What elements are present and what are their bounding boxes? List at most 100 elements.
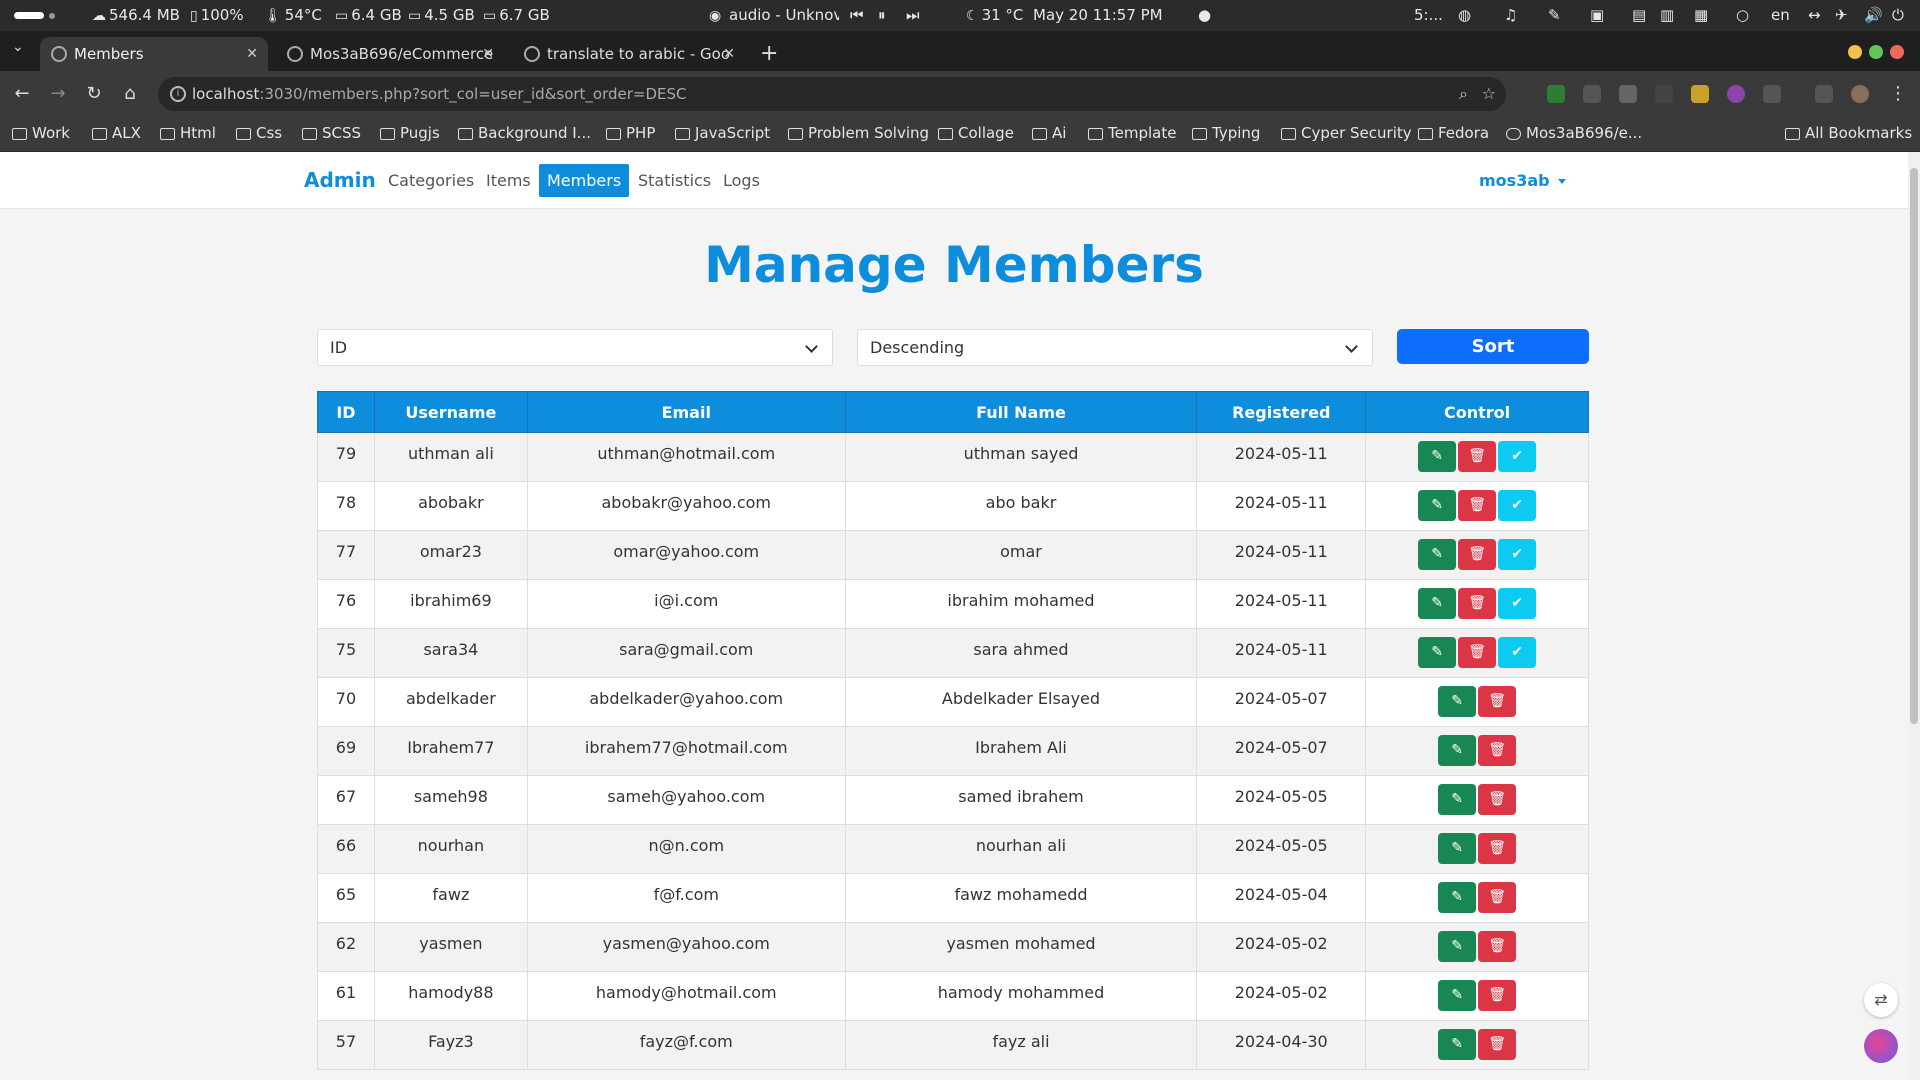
bookmark-folder[interactable]: Background I... xyxy=(458,117,591,150)
all-bookmarks[interactable]: All Bookmarks xyxy=(1785,117,1912,150)
whatsapp-icon[interactable]: ● xyxy=(1198,0,1211,31)
user-dropdown[interactable]: mos3ab xyxy=(1479,152,1566,209)
close-tab-icon[interactable]: ✕ xyxy=(723,37,735,71)
edit-button[interactable]: ✎ xyxy=(1438,735,1477,766)
bookmark-folder[interactable]: Css xyxy=(236,117,282,150)
tab-members[interactable]: Members ✕ xyxy=(40,37,268,71)
reload-button[interactable]: ↻ xyxy=(80,80,108,108)
edit-button[interactable]: ✎ xyxy=(1438,980,1477,1011)
translate-icon[interactable]: ⇄ xyxy=(1864,983,1898,1017)
sort-column-select[interactable]: ID xyxy=(317,329,833,366)
bookmark-folder[interactable]: SCSS xyxy=(302,117,361,150)
delete-button[interactable]: 🗑 xyxy=(1458,490,1497,521)
bookmark-folder[interactable]: JavaScript xyxy=(675,117,770,150)
bookmark-folder[interactable]: Work xyxy=(12,117,70,150)
extension-icon-6[interactable] xyxy=(1727,85,1745,103)
tray-icon-a[interactable]: ▤ xyxy=(1632,0,1646,31)
edit-button[interactable]: ✎ xyxy=(1418,441,1457,472)
delete-button[interactable]: 🗑 xyxy=(1478,882,1517,913)
nav-members[interactable]: Members xyxy=(539,164,630,197)
scrollbar-thumb[interactable] xyxy=(1910,168,1918,724)
site-info-icon[interactable]: i xyxy=(170,86,186,102)
tray-app-icon[interactable]: ◍ xyxy=(1458,0,1471,31)
power-icon[interactable]: ⏻ xyxy=(1892,0,1904,31)
delete-button[interactable]: 🗑 xyxy=(1458,588,1497,619)
tab-google[interactable]: translate to arabic - Goo ✕ xyxy=(513,37,745,71)
sort-button[interactable]: Sort xyxy=(1397,329,1589,364)
bookmark-folder[interactable]: ALX xyxy=(92,117,141,150)
workspace-indicator[interactable] xyxy=(14,12,44,19)
bookmark-folder[interactable]: Collage xyxy=(938,117,1014,150)
profile-avatar[interactable] xyxy=(1851,85,1869,103)
delete-button[interactable]: 🗑 xyxy=(1458,441,1497,472)
media-prev-button[interactable]: ⏮ xyxy=(850,0,864,31)
edit-button[interactable]: ✎ xyxy=(1438,686,1477,717)
close-tab-icon[interactable]: ✕ xyxy=(246,37,258,71)
zoom-search-icon[interactable]: ⌕ xyxy=(1459,77,1468,111)
edit-button[interactable]: ✎ xyxy=(1438,882,1477,913)
nav-categories[interactable]: Categories xyxy=(380,164,482,197)
tab-github[interactable]: Mos3aB696/eCommerce ✕ xyxy=(276,37,504,71)
edit-button[interactable]: ✎ xyxy=(1418,539,1457,570)
status-circle-icon[interactable]: ○ xyxy=(1736,0,1749,31)
edit-button[interactable]: ✎ xyxy=(1438,1029,1477,1060)
extension-icon-3[interactable] xyxy=(1619,85,1637,103)
tray-icon-b[interactable]: ▥ xyxy=(1660,0,1674,31)
edit-button[interactable]: ✎ xyxy=(1418,637,1457,668)
activate-button[interactable]: ✔ xyxy=(1498,637,1537,668)
tray-truncated-label[interactable]: 5:... xyxy=(1414,0,1443,31)
extension-icon-1[interactable] xyxy=(1547,85,1565,103)
bookmark-github[interactable]: Mos3aB696/e... xyxy=(1506,117,1642,150)
bookmark-folder[interactable]: Problem Solving xyxy=(788,117,929,150)
delete-button[interactable]: 🗑 xyxy=(1478,735,1517,766)
sort-order-select[interactable]: Descending xyxy=(857,329,1373,366)
page-scrollbar[interactable] xyxy=(1908,152,1920,1080)
bookmark-folder[interactable]: Typing xyxy=(1192,117,1260,150)
address-bar[interactable]: i localhost:3030/members.php?sort_col=us… xyxy=(158,77,1506,111)
media-player[interactable]: ◉ audio - Unknov xyxy=(709,0,839,31)
close-tab-icon[interactable]: ✕ xyxy=(482,37,494,71)
new-tab-button[interactable]: + xyxy=(760,37,778,71)
clock[interactable]: May 20 11:57 PM xyxy=(1033,0,1163,31)
delete-button[interactable]: 🗑 xyxy=(1478,1029,1517,1060)
edit-button[interactable]: ✎ xyxy=(1438,931,1477,962)
minimize-button[interactable] xyxy=(1848,45,1862,59)
bookmark-folder[interactable]: Fedora xyxy=(1418,117,1489,150)
extension-icon-5[interactable] xyxy=(1691,85,1709,103)
back-button[interactable]: ← xyxy=(8,80,36,108)
clipboard-icon[interactable]: ▦ xyxy=(1694,0,1708,31)
activate-button[interactable]: ✔ xyxy=(1498,490,1537,521)
reading-list-icon[interactable] xyxy=(1815,85,1833,103)
nav-items[interactable]: Items xyxy=(478,164,539,197)
maximize-button[interactable] xyxy=(1869,45,1883,59)
delete-button[interactable]: 🗑 xyxy=(1478,784,1517,815)
bookmark-star-icon[interactable]: ☆ xyxy=(1482,77,1496,111)
edit-button[interactable]: ✎ xyxy=(1418,588,1457,619)
bookmark-folder[interactable]: Cyper Security xyxy=(1281,117,1412,150)
assistant-icon[interactable] xyxy=(1864,1029,1898,1063)
delete-button[interactable]: 🗑 xyxy=(1458,637,1497,668)
home-button[interactable]: ⌂ xyxy=(116,80,144,108)
music-icon[interactable]: ♫ xyxy=(1504,0,1517,31)
delete-button[interactable]: 🗑 xyxy=(1478,980,1517,1011)
activate-button[interactable]: ✔ xyxy=(1498,539,1537,570)
brand-link[interactable]: Admin xyxy=(304,152,376,209)
edit-button[interactable]: ✎ xyxy=(1438,784,1477,815)
delete-button[interactable]: 🗑 xyxy=(1478,686,1517,717)
color-picker-icon[interactable]: ✎ xyxy=(1548,0,1561,31)
activate-button[interactable]: ✔ xyxy=(1498,588,1537,619)
volume-icon[interactable]: 🔊 xyxy=(1864,0,1883,31)
terminal-icon[interactable]: ▣ xyxy=(1590,0,1604,31)
bookmark-folder[interactable]: Html xyxy=(160,117,216,150)
workspace-dot[interactable] xyxy=(49,13,55,19)
network-arrows-icon[interactable]: ↔ xyxy=(1808,0,1821,31)
bookmark-folder[interactable]: PHP xyxy=(606,117,655,150)
airplane-icon[interactable]: ✈ xyxy=(1835,0,1848,31)
delete-button[interactable]: 🗑 xyxy=(1458,539,1497,570)
media-pause-button[interactable]: ⏸ xyxy=(878,0,886,31)
bookmark-folder[interactable]: Template xyxy=(1088,117,1176,150)
extension-icon-4[interactable] xyxy=(1655,85,1673,103)
tab-search-chevron-icon[interactable]: ⌄ xyxy=(12,39,24,55)
nav-statistics[interactable]: Statistics xyxy=(630,164,719,197)
extensions-puzzle-icon[interactable] xyxy=(1763,85,1781,103)
